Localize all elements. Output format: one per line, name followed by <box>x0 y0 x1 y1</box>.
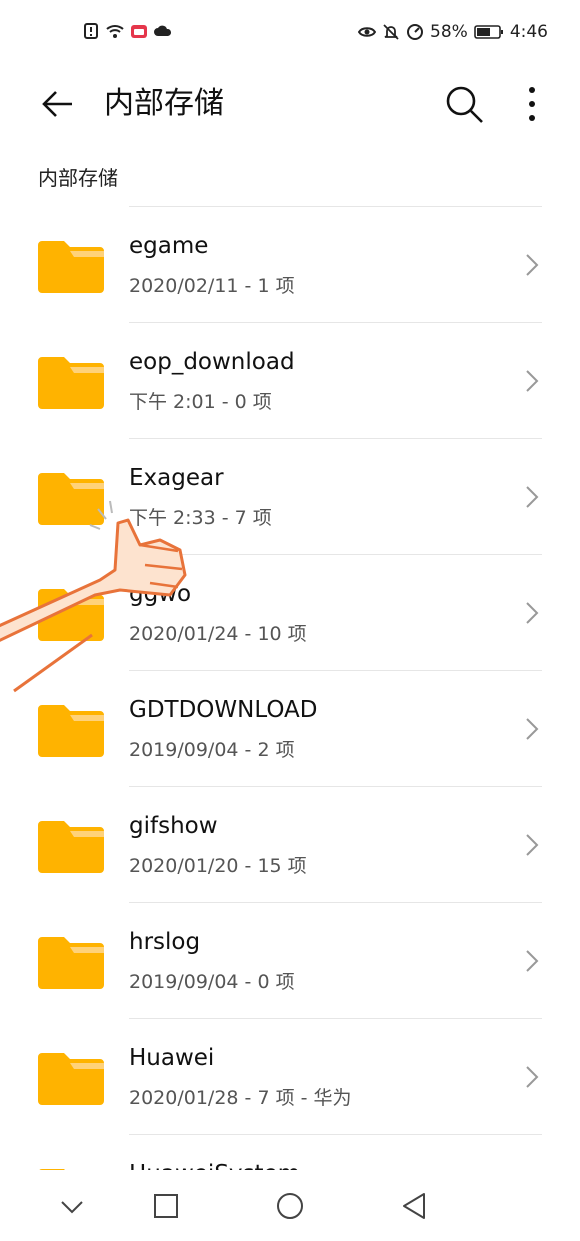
app-bar: 内部存储 <box>0 64 580 144</box>
status-right: 58% 4:46 <box>358 22 548 42</box>
chevron-right-icon <box>526 602 539 624</box>
wifi-icon <box>106 25 124 38</box>
list-item[interactable]: ggwo 2020/01/24 - 10 项 <box>0 555 580 671</box>
folder-meta: 2019/09/04 - 0 项 <box>129 971 295 993</box>
folder-meta: 2020/01/24 - 10 项 <box>129 623 307 645</box>
folder-name: ggwo <box>129 581 192 607</box>
folder-name: eop_download <box>129 349 295 375</box>
folder-meta: 下午 2:01 - 0 项 <box>129 391 272 413</box>
folder-icon <box>38 1053 104 1105</box>
list-item[interactable]: hrslog 2019/09/04 - 0 项 <box>0 903 580 1019</box>
chevron-right-icon <box>526 1066 539 1088</box>
folder-meta: 下午 2:33 - 7 项 <box>129 507 272 529</box>
back-arrow-icon[interactable] <box>36 82 80 126</box>
folder-meta: 2020/01/20 - 15 项 <box>129 855 307 877</box>
mute-bell-icon <box>383 24 399 40</box>
clock: 4:46 <box>509 22 548 42</box>
status-bar: 58% 4:46 <box>0 0 580 64</box>
chevron-right-icon <box>526 834 539 856</box>
folder-name: GDTDOWNLOAD <box>129 697 318 723</box>
battery-percent: 58% <box>430 22 468 42</box>
chevron-right-icon <box>526 718 539 740</box>
sim-alert-icon <box>84 23 98 39</box>
folder-icon <box>38 473 104 525</box>
tv-app-icon <box>131 25 147 38</box>
list-item[interactable]: eop_download 下午 2:01 - 0 项 <box>0 323 580 439</box>
folder-icon <box>38 705 104 757</box>
folder-name: egame <box>129 233 209 259</box>
list-item[interactable]: egame 2020/02/11 - 1 项 <box>0 207 580 323</box>
folder-icon <box>38 357 104 409</box>
folder-meta: 2019/09/04 - 2 项 <box>129 739 295 761</box>
list-item[interactable]: Exagear 下午 2:33 - 7 项 <box>0 439 580 555</box>
folder-name: hrslog <box>129 929 201 955</box>
folder-meta: 2020/01/28 - 7 项 - 华为 <box>129 1087 352 1109</box>
cloud-icon <box>154 25 172 36</box>
list-item[interactable]: gifshow 2020/01/20 - 15 项 <box>0 787 580 903</box>
status-left-icons <box>82 22 172 40</box>
chevron-right-icon <box>526 950 539 972</box>
list-item[interactable]: Huawei 2020/01/28 - 7 项 - 华为 <box>0 1019 580 1135</box>
folder-name: gifshow <box>129 813 218 839</box>
data-saver-icon <box>407 24 424 40</box>
eye-comfort-icon <box>358 27 377 37</box>
chevron-down-icon[interactable] <box>50 1184 94 1228</box>
folder-icon <box>38 589 104 641</box>
page-title: 内部存储 <box>104 86 224 121</box>
chevron-right-icon <box>526 486 539 508</box>
chevron-right-icon <box>526 370 539 392</box>
search-icon[interactable] <box>440 80 488 128</box>
folder-name: Exagear <box>129 465 224 491</box>
folder-icon <box>38 937 104 989</box>
system-nav-bar <box>0 1170 580 1241</box>
folder-meta: 2020/02/11 - 1 项 <box>129 275 295 297</box>
back-triangle-icon[interactable] <box>392 1184 436 1228</box>
home-circle-icon[interactable] <box>268 1184 312 1228</box>
folder-icon <box>38 821 104 873</box>
battery-icon <box>474 25 503 39</box>
more-options-icon[interactable] <box>512 80 552 128</box>
list-item[interactable]: GDTDOWNLOAD 2019/09/04 - 2 项 <box>0 671 580 787</box>
chevron-right-icon <box>526 254 539 276</box>
recents-square-icon[interactable] <box>144 1184 188 1228</box>
folder-name: Huawei <box>129 1045 215 1071</box>
breadcrumb[interactable]: 内部存储 <box>38 162 118 191</box>
folder-icon <box>38 241 104 293</box>
